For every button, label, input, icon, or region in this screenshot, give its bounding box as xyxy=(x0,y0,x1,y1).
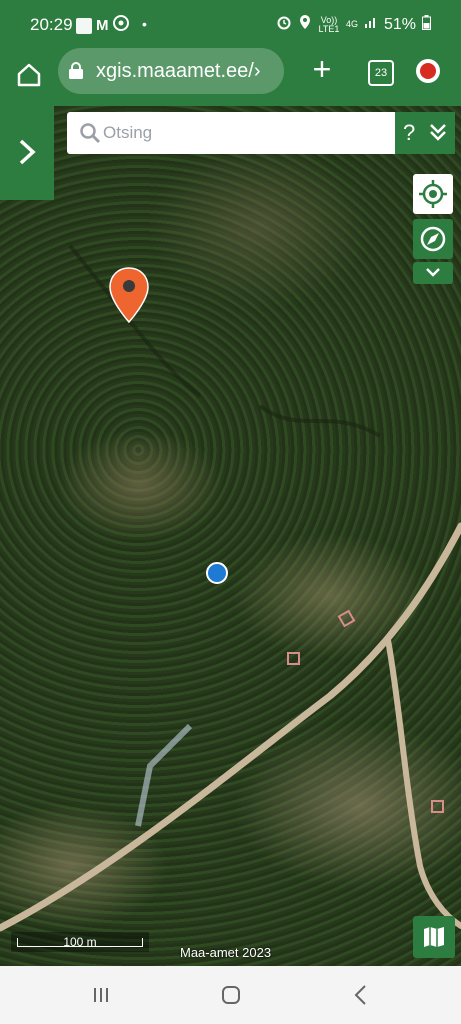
map-roads xyxy=(0,244,461,932)
more-notifications-dot: • xyxy=(142,16,147,32)
status-time: 20:29 xyxy=(30,15,73,34)
back-button[interactable] xyxy=(348,982,374,1008)
home-icon xyxy=(17,63,41,87)
extension-button[interactable] xyxy=(416,59,440,83)
status-bar: 20:29 M • Vo)) LTE1 4G 51% xyxy=(0,0,461,48)
notification-icons: M xyxy=(76,15,129,36)
map-feature-marker[interactable] xyxy=(431,800,444,813)
location-icon xyxy=(298,14,312,35)
volte-indicator: Vo)) LTE1 xyxy=(318,14,340,34)
network-type: 4G xyxy=(345,19,358,29)
home-circle-icon xyxy=(222,986,240,1004)
search-placeholder: Otsing xyxy=(103,123,153,142)
current-position-dot xyxy=(206,562,228,584)
help-button[interactable]: ? xyxy=(395,112,455,154)
search-icon xyxy=(80,123,101,144)
recents-icon xyxy=(94,988,108,1002)
upload-icon xyxy=(420,63,436,79)
lock-icon xyxy=(69,62,83,79)
map-feature-marker[interactable] xyxy=(287,652,300,665)
location-pin-icon[interactable] xyxy=(108,266,150,324)
new-tab-button[interactable]: + xyxy=(306,53,338,86)
locate-me-button[interactable] xyxy=(413,174,453,214)
browser-toolbar: xgis.maaamet.ee/› + 23 xyxy=(0,48,461,106)
recents-button[interactable] xyxy=(88,982,114,1008)
tab-switcher-button[interactable]: 23 xyxy=(368,60,394,86)
battery-percent: 51% xyxy=(383,15,416,33)
system-home-button[interactable] xyxy=(218,982,244,1008)
more-tools-button[interactable] xyxy=(413,262,453,284)
battery-icon xyxy=(422,14,431,35)
address-bar[interactable]: xgis.maaamet.ee/› xyxy=(58,48,284,94)
search-input[interactable]: Otsing xyxy=(67,112,395,154)
chevron-right-icon xyxy=(19,139,36,165)
crosshair-icon xyxy=(419,180,447,208)
gmail-icon: M xyxy=(96,17,109,34)
system-navigation-bar xyxy=(0,966,461,1024)
map-layers-icon xyxy=(424,927,444,947)
chevron-down-icon xyxy=(426,268,440,277)
scale-label: 100 m xyxy=(63,935,97,949)
layers-button[interactable] xyxy=(413,916,455,958)
double-chevron-down-icon[interactable] xyxy=(428,122,448,142)
compass-button[interactable] xyxy=(413,219,453,259)
signal-icon xyxy=(364,15,378,34)
side-panel-toggle[interactable] xyxy=(0,106,54,200)
alarm-icon xyxy=(276,14,292,35)
map-attribution: Maa-amet 2023 xyxy=(180,945,272,960)
map-canvas[interactable]: Otsing ? 100 m Maa-amet 2023 xyxy=(0,106,461,966)
compass-icon xyxy=(420,226,446,252)
url-text: xgis.maaamet.ee/› xyxy=(96,60,261,82)
browser-home-button[interactable] xyxy=(14,60,44,90)
back-chevron-icon xyxy=(354,985,366,1005)
help-label: ? xyxy=(403,120,416,145)
chrome-icon xyxy=(112,15,129,36)
app-notification-icon xyxy=(76,17,92,34)
scale-bar: 100 m xyxy=(11,932,149,952)
system-icons: Vo)) LTE1 4G 51% xyxy=(276,14,431,35)
